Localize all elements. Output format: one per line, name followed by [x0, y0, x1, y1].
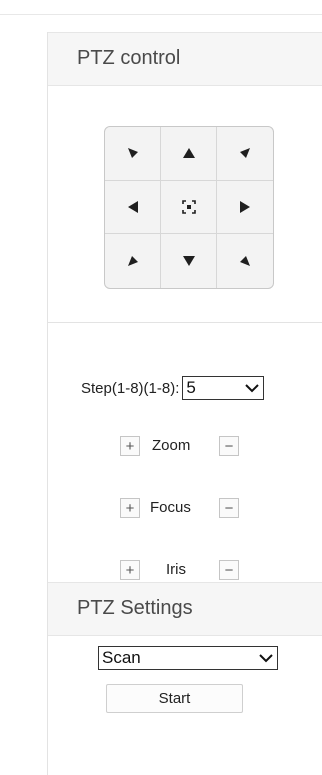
- iris-label: Iris: [166, 561, 186, 578]
- focus-label: Focus: [150, 499, 191, 516]
- ptz-control-header: PTZ control: [48, 32, 322, 86]
- ptz-settings-header: PTZ Settings: [48, 582, 322, 636]
- right-icon: [240, 200, 250, 213]
- zoom-row: + Zoom −: [111, 436, 281, 460]
- pan-up-right-button[interactable]: [217, 127, 273, 181]
- chevron-down-icon: [245, 384, 260, 393]
- tilt-up-button[interactable]: [161, 127, 217, 181]
- zoom-in-button[interactable]: +: [120, 436, 140, 456]
- iris-row: + Iris −: [111, 560, 281, 584]
- zoom-out-button[interactable]: −: [219, 436, 239, 456]
- iris-close-button[interactable]: −: [219, 560, 239, 580]
- ptz-direction-pad: [104, 126, 274, 289]
- ptz-control-title: PTZ control: [77, 47, 181, 69]
- auto-focus-button[interactable]: [161, 180, 217, 235]
- ptz-mode-value: Scan: [102, 648, 141, 667]
- center-focus-icon: [181, 200, 196, 214]
- top-separator: [0, 0, 322, 15]
- start-button[interactable]: Start: [106, 684, 243, 713]
- up-left-icon: [127, 148, 138, 159]
- pan-up-left-button[interactable]: [105, 127, 161, 181]
- iris-open-button[interactable]: +: [120, 560, 140, 580]
- step-row: Step(1-8)(1-8): 5: [81, 375, 265, 401]
- step-label: Step(1-8)(1-8):: [81, 379, 180, 397]
- ptz-mode-select[interactable]: Scan: [98, 646, 278, 670]
- pan-down-left-button[interactable]: [105, 234, 161, 288]
- pan-down-right-button[interactable]: [217, 234, 273, 288]
- focus-row: + Focus −: [111, 498, 281, 522]
- pan-right-button[interactable]: [217, 181, 273, 235]
- pan-left-button[interactable]: [105, 180, 161, 235]
- focus-in-button[interactable]: +: [120, 498, 140, 518]
- focus-out-button[interactable]: −: [219, 498, 239, 518]
- down-left-icon: [127, 256, 138, 267]
- left-icon: [127, 200, 138, 213]
- divider: [48, 322, 322, 323]
- down-icon: [182, 256, 195, 267]
- step-value: 5: [186, 378, 196, 397]
- ptz-settings-title: PTZ Settings: [77, 597, 193, 619]
- zoom-label: Zoom: [152, 437, 191, 454]
- chevron-down-icon: [259, 654, 273, 663]
- step-select[interactable]: 5: [182, 376, 265, 400]
- tilt-down-button[interactable]: [161, 234, 217, 288]
- up-right-icon: [240, 148, 250, 159]
- up-icon: [182, 148, 195, 159]
- down-right-icon: [240, 256, 250, 267]
- ptz-panel: PTZ control Step(1-8)(1-8): 5 + Zoom − +…: [47, 32, 322, 775]
